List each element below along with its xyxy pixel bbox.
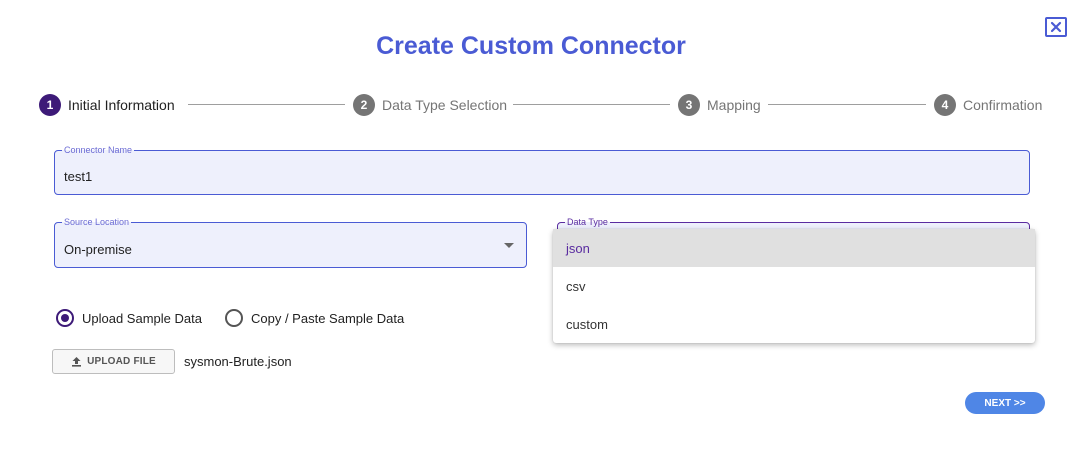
upload-file-label: UPLOAD FILE xyxy=(87,356,156,367)
source-location-select[interactable]: Source Location On-premise xyxy=(54,216,527,268)
radio-label: Copy / Paste Sample Data xyxy=(251,310,405,326)
step-number: 3 xyxy=(678,94,700,116)
upload-file-button[interactable]: UPLOAD FILE xyxy=(52,349,175,374)
step-label: Data Type Selection xyxy=(382,97,508,113)
menu-option-csv[interactable]: csv xyxy=(553,267,1035,305)
step-number: 2 xyxy=(353,94,375,116)
chevron-down-icon xyxy=(504,243,514,248)
step-connector xyxy=(513,104,670,105)
data-type-label: Data Type xyxy=(565,216,610,228)
step-label: Initial Information xyxy=(68,97,175,113)
connector-name-field[interactable]: Connector Name test1 xyxy=(54,144,1030,195)
step-label: Mapping xyxy=(707,97,761,113)
step-connector xyxy=(768,104,926,105)
source-location-value: On-premise xyxy=(64,242,132,257)
dialog-title: Create Custom Connector xyxy=(376,32,686,60)
radio-upload-sample-data[interactable]: Upload Sample Data xyxy=(56,309,202,327)
radio-label: Upload Sample Data xyxy=(82,310,202,326)
step-connector xyxy=(188,104,345,105)
uploaded-filename: sysmon-Brute.json xyxy=(184,354,292,369)
step-confirmation: 4 Confirmation xyxy=(934,94,1042,116)
step-number: 1 xyxy=(39,94,61,116)
step-number: 4 xyxy=(934,94,956,116)
menu-option-custom[interactable]: custom xyxy=(553,305,1035,343)
connector-name-input[interactable]: test1 xyxy=(64,169,92,184)
radio-button[interactable] xyxy=(225,309,243,327)
step-initial-information: 1 Initial Information xyxy=(39,94,175,116)
menu-option-json[interactable]: json xyxy=(553,229,1035,267)
source-location-label: Source Location xyxy=(62,216,132,228)
step-mapping: 3 Mapping xyxy=(678,94,761,116)
next-button[interactable]: NEXT >> xyxy=(965,392,1045,414)
connector-name-label: Connector Name xyxy=(62,144,135,156)
radio-copy-paste-sample-data[interactable]: Copy / Paste Sample Data xyxy=(225,309,404,327)
radio-button[interactable] xyxy=(56,309,74,327)
step-data-type-selection: 2 Data Type Selection xyxy=(353,94,507,116)
step-label: Confirmation xyxy=(963,97,1043,113)
radio-dot xyxy=(61,314,69,322)
data-type-menu: json csv custom xyxy=(553,229,1035,343)
upload-icon xyxy=(72,357,82,367)
